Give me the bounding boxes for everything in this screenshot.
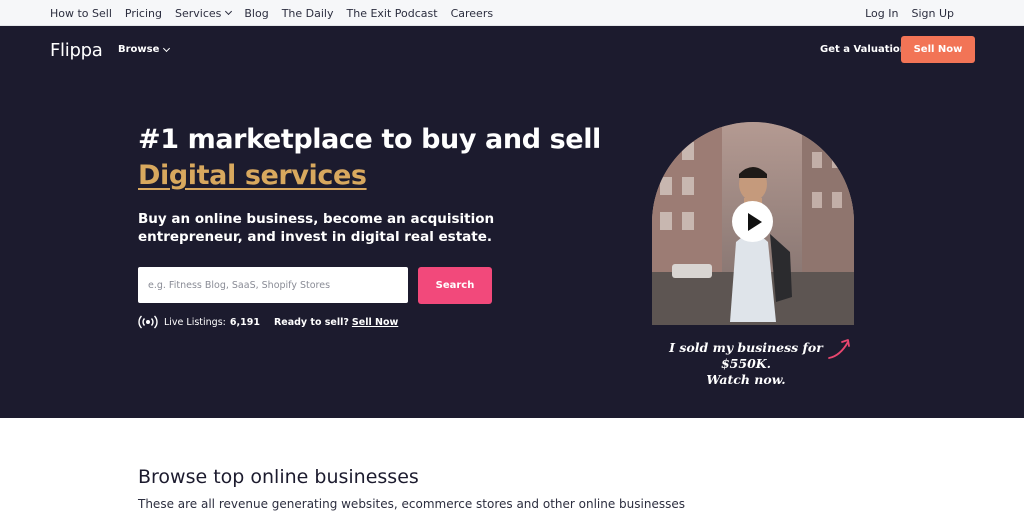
play-triangle <box>747 212 762 231</box>
utility-nav-left: How to Sell Pricing Services Blog The Da… <box>50 0 493 26</box>
hero-section: Flippa Browse Get a Valuation Sell Now #… <box>0 26 1024 418</box>
video-thumbnail[interactable] <box>652 122 854 325</box>
nav-pricing[interactable]: Pricing <box>125 7 162 20</box>
utility-bar: How to Sell Pricing Services Blog The Da… <box>0 0 1024 26</box>
section-description: These are all revenue generating website… <box>138 497 685 511</box>
nav-sign-up[interactable]: Sign Up <box>911 7 954 20</box>
nav-log-in[interactable]: Log In <box>865 7 898 20</box>
chevron-down-icon <box>225 7 233 16</box>
nav-how-to-sell[interactable]: How to Sell <box>50 7 112 20</box>
sell-now-link[interactable]: Sell Now <box>352 317 398 328</box>
hero-headline: #1 marketplace to buy and sell Digital s… <box>138 122 608 194</box>
flippa-logo[interactable]: Flippa <box>50 40 103 61</box>
hero-subhead: Buy an online business, become an acquis… <box>138 211 495 245</box>
chevron-down-icon <box>163 44 171 52</box>
browse-label: Browse <box>118 44 160 55</box>
video-caption: I sold my business for $550K. Watch now. <box>646 340 846 388</box>
sell-now-button[interactable]: Sell Now <box>901 36 975 63</box>
live-listings: Live Listings: 6,191 Ready to sell? Sell… <box>138 315 398 329</box>
play-icon[interactable] <box>732 201 773 242</box>
utility-nav-right: Log In Sign Up <box>865 0 954 26</box>
live-listings-label: Live Listings: <box>164 316 226 328</box>
browse-menu[interactable]: Browse <box>118 44 171 55</box>
search-input[interactable] <box>138 267 408 303</box>
get-valuation-link[interactable]: Get a Valuation <box>820 44 907 55</box>
nav-services-label: Services <box>174 6 222 20</box>
live-listings-count: 6,191 <box>229 316 260 328</box>
section-title: Browse top online businesses <box>138 466 419 488</box>
nav-blog[interactable]: Blog <box>244 7 268 20</box>
ready-to-sell-label: Ready to sell? <box>273 316 349 328</box>
curved-arrow-icon <box>828 339 850 359</box>
nav-the-daily[interactable]: The Daily <box>282 7 334 20</box>
live-signal-icon <box>138 315 158 329</box>
nav-exit-podcast[interactable]: The Exit Podcast <box>347 7 438 20</box>
nav-careers[interactable]: Careers <box>451 7 494 20</box>
nav-services[interactable]: Services <box>174 6 233 20</box>
headline-accent: Digital services <box>138 160 367 191</box>
video-caption-line2: Watch now. <box>706 372 786 387</box>
headline-text: #1 marketplace to buy and sell <box>138 124 601 155</box>
video-caption-line1: I sold my business for $550K. <box>669 340 823 371</box>
search-button[interactable]: Search <box>418 267 492 304</box>
